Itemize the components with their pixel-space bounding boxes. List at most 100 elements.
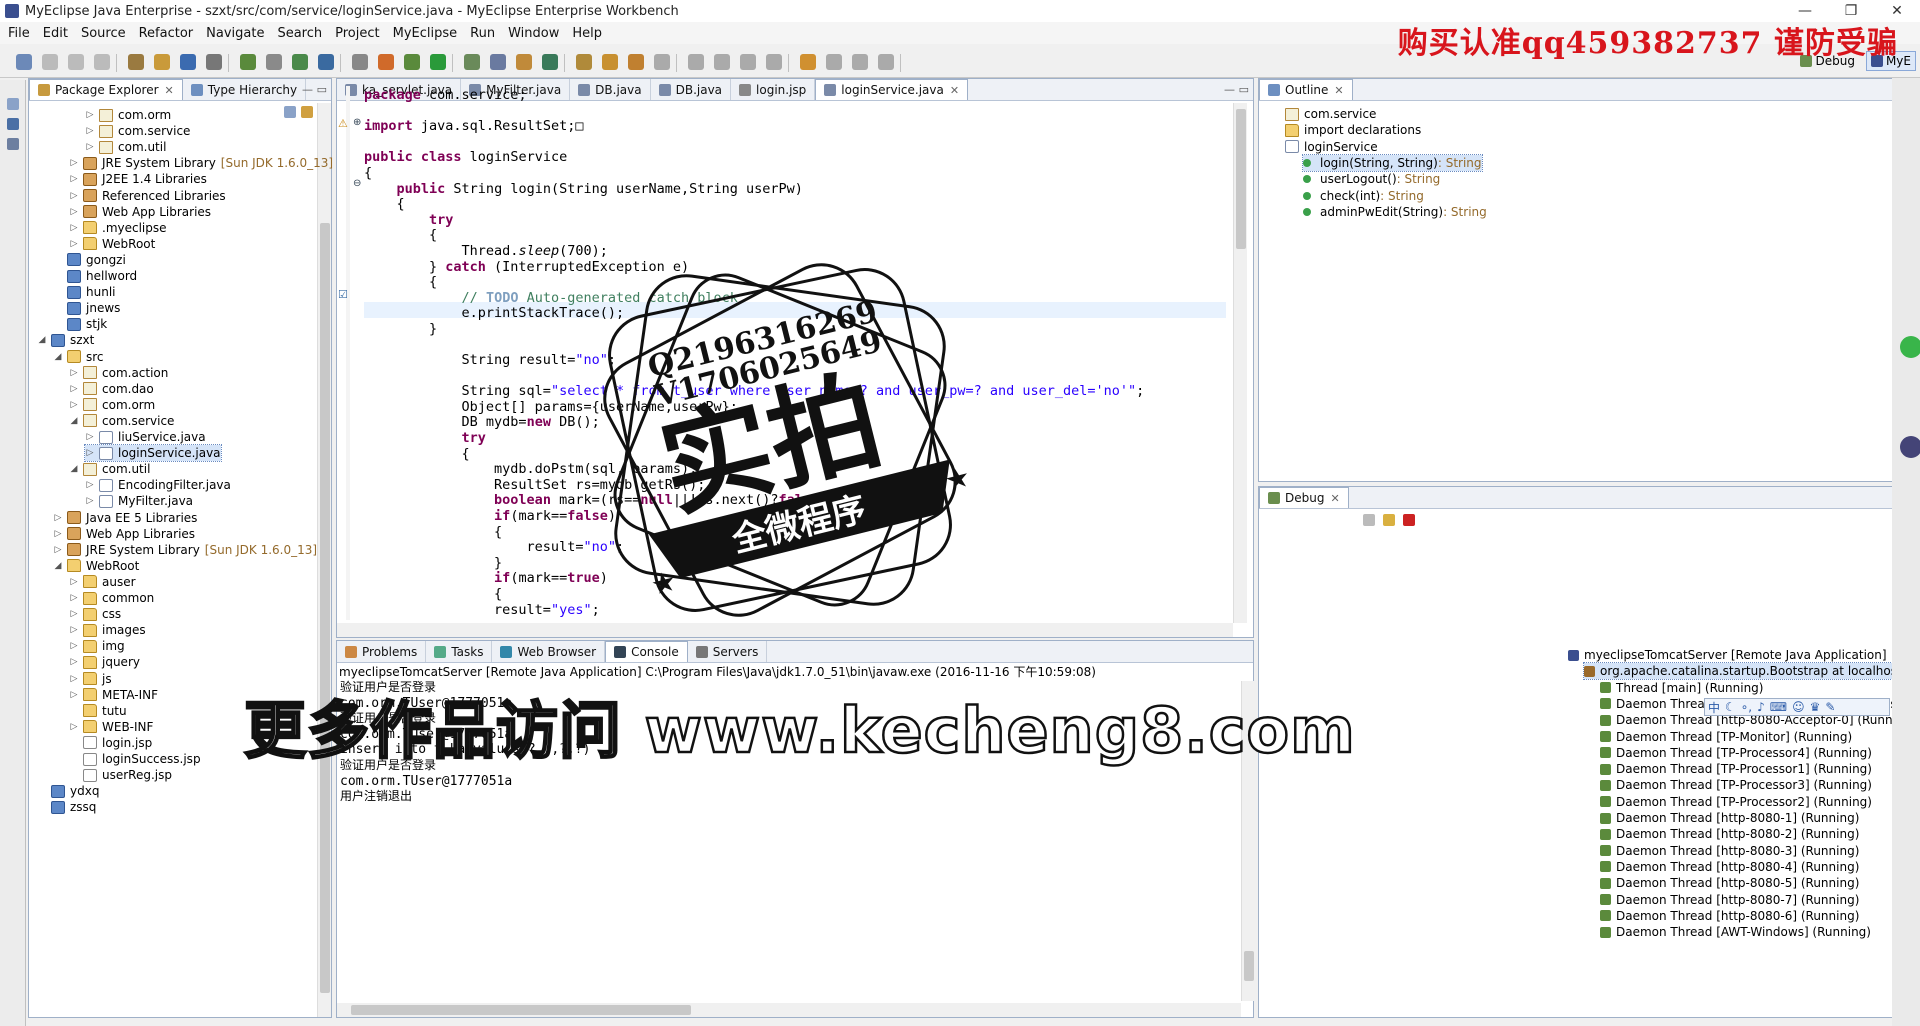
expand-toggle-icon[interactable]: ▷: [85, 480, 95, 490]
outline-item[interactable]: check(int) : String: [1303, 188, 1424, 204]
expand-toggle-icon[interactable]: ▷: [69, 239, 79, 249]
tree-item[interactable]: ▷ Java EE 5 Libraries: [53, 510, 198, 526]
tree-item[interactable]: ▷ liuService.java: [85, 429, 206, 445]
ime-toolbar[interactable]: 中 ☾ ∘, ♪ ⌨ ☺ ♛ ✎: [1704, 698, 1890, 716]
tree-item[interactable]: ▷ Web App Libraries: [69, 204, 212, 220]
fold-collapse-icon[interactable]: ⊖: [353, 178, 361, 189]
console-vscroll-thumb[interactable]: [1244, 951, 1254, 981]
tab-package-explorer[interactable]: Package Explorer ✕: [29, 79, 183, 100]
tree-item[interactable]: ▷ Web App Libraries: [53, 526, 196, 542]
tab-outline[interactable]: Outline ✕: [1259, 79, 1353, 100]
menu-navigate[interactable]: Navigate: [206, 26, 264, 41]
tree-item[interactable]: ▷ META-INF: [69, 687, 159, 703]
toolbar-icon[interactable]: [94, 54, 110, 70]
console-hscroll-thumb[interactable]: [351, 1005, 691, 1015]
close-debug-tab-icon[interactable]: ✕: [1330, 492, 1339, 505]
toolbar-icon[interactable]: [180, 54, 196, 70]
debug-tree-item[interactable]: Daemon Thread [TP-Processor3] (Running): [1600, 777, 1872, 793]
toolbar-icon[interactable]: [430, 54, 446, 70]
toolbar-icon[interactable]: [318, 54, 334, 70]
expand-toggle-icon[interactable]: ▷: [69, 577, 79, 587]
editor-hscrollbar[interactable]: [337, 623, 1233, 637]
toolbar-icon[interactable]: [740, 54, 756, 70]
debug-tree-item[interactable]: Daemon Thread [http-8080-4] (Running): [1600, 859, 1859, 875]
tree-item[interactable]: ▷ js: [69, 671, 112, 687]
toolbar-icon[interactable]: [654, 54, 670, 70]
toolbar-icon[interactable]: [68, 54, 84, 70]
tree-item[interactable]: ▷ com.orm: [69, 397, 156, 413]
expand-toggle-icon[interactable]: ◢: [69, 464, 79, 474]
tree-item[interactable]: ▷ com.orm: [85, 107, 172, 123]
tree-item[interactable]: stjk: [53, 316, 107, 332]
menu-myeclipse[interactable]: MyEclipse: [393, 26, 458, 41]
expand-toggle-icon[interactable]: ◢: [53, 561, 63, 571]
expand-toggle-icon[interactable]: ▷: [85, 448, 95, 458]
tree-item[interactable]: ydxq: [37, 783, 99, 799]
tree-item[interactable]: ▷ com.dao: [69, 381, 154, 397]
debug-tree-item[interactable]: org.apache.catalina.startup.Bootstrap at…: [1583, 662, 1907, 681]
menu-project[interactable]: Project: [335, 26, 379, 41]
close-outline-tab-icon[interactable]: ✕: [1334, 84, 1343, 97]
tree-item[interactable]: ▷ loginService.java: [84, 444, 222, 463]
tree-item[interactable]: ▷ auser: [69, 574, 136, 590]
debug-tree-item[interactable]: Daemon Thread [http-8080-5] (Running): [1600, 875, 1859, 891]
expand-toggle-icon[interactable]: ▷: [85, 126, 95, 136]
toolbar-icon[interactable]: [464, 54, 480, 70]
toolbar-icon[interactable]: [800, 54, 816, 70]
debug-tree-item[interactable]: Daemon Thread [TP-Processor4] (Running): [1600, 745, 1872, 761]
scrollbar-thumb[interactable]: [320, 223, 330, 993]
toolbar-icon[interactable]: [852, 54, 868, 70]
tree-item[interactable]: ▷ WebRoot: [69, 236, 156, 252]
close-tab-icon[interactable]: ✕: [165, 84, 174, 97]
toolbar-icon[interactable]: [154, 54, 170, 70]
hierarchy-icon[interactable]: [7, 138, 19, 150]
tree-item[interactable]: hunli: [53, 284, 115, 300]
maximize-editor-icon[interactable]: ▭: [1239, 83, 1249, 96]
tree-item[interactable]: hellword: [53, 268, 137, 284]
toolbar-icon[interactable]: [542, 54, 558, 70]
debug-tree-item[interactable]: Thread [main] (Running): [1600, 680, 1763, 696]
toolbar-icon[interactable]: [240, 54, 256, 70]
expand-toggle-icon[interactable]: ▷: [53, 545, 63, 555]
tree-item[interactable]: ▷ WEB-INF: [69, 719, 154, 735]
debug-tree-item[interactable]: Daemon Thread [http-8080-1] (Running): [1600, 810, 1859, 826]
suspend-icon[interactable]: [1383, 514, 1395, 526]
debug-tree-item[interactable]: myeclipseTomcatServer [Remote Java Appli…: [1568, 647, 1887, 663]
expand-toggle-icon[interactable]: ▷: [69, 690, 79, 700]
terminate-icon[interactable]: [1403, 514, 1415, 526]
tree-item[interactable]: ◢ WebRoot: [53, 558, 140, 574]
expand-toggle-icon[interactable]: ▷: [69, 400, 79, 410]
tree-item[interactable]: ▷ com.service: [85, 123, 191, 139]
expand-toggle-icon[interactable]: ◢: [69, 416, 79, 426]
outline-item[interactable]: userLogout() : String: [1303, 171, 1440, 187]
bottom-tab-problems[interactable]: Problems: [337, 641, 427, 662]
resume-icon[interactable]: [1363, 514, 1375, 526]
outline-item[interactable]: com.service: [1285, 106, 1376, 122]
tree-item[interactable]: ▷ jquery: [69, 654, 140, 670]
maximize-view-icon[interactable]: ▭: [317, 83, 327, 96]
toolbar-icon[interactable]: [688, 54, 704, 70]
console-hscrollbar[interactable]: [337, 1003, 1241, 1017]
toolbar-icon[interactable]: [878, 54, 894, 70]
tree-item[interactable]: ▷ img: [69, 638, 125, 654]
tree-item[interactable]: tutu: [69, 703, 127, 719]
expand-toggle-icon[interactable]: ▷: [85, 432, 95, 442]
tab-debug[interactable]: Debug ✕: [1259, 487, 1349, 508]
expand-toggle-icon[interactable]: ▷: [69, 207, 79, 217]
toolbar-icon[interactable]: [378, 54, 394, 70]
toolbar-icon[interactable]: [766, 54, 782, 70]
toolbar-icon[interactable]: [42, 54, 58, 70]
debug-tree-item[interactable]: Daemon Thread [http-8080-2] (Running): [1600, 826, 1859, 842]
menu-file[interactable]: File: [8, 26, 30, 41]
toolbar-icon[interactable]: [266, 54, 282, 70]
expand-toggle-icon[interactable]: ▷: [69, 191, 79, 201]
package-explorer-scrollbar[interactable]: [317, 103, 331, 1017]
expand-toggle-icon[interactable]: ▷: [69, 625, 79, 635]
tree-item[interactable]: ▷ JRE System Library [Sun JDK 1.6.0_13]: [53, 542, 318, 558]
tree-item[interactable]: ▷ com.action: [69, 365, 169, 381]
toolbar-icon[interactable]: [576, 54, 592, 70]
bottom-tab-tasks[interactable]: Tasks: [426, 641, 493, 662]
expand-toggle-icon[interactable]: ▷: [69, 174, 79, 184]
expand-toggle-icon[interactable]: ◢: [53, 352, 63, 362]
tree-item[interactable]: ▷ css: [69, 606, 122, 622]
